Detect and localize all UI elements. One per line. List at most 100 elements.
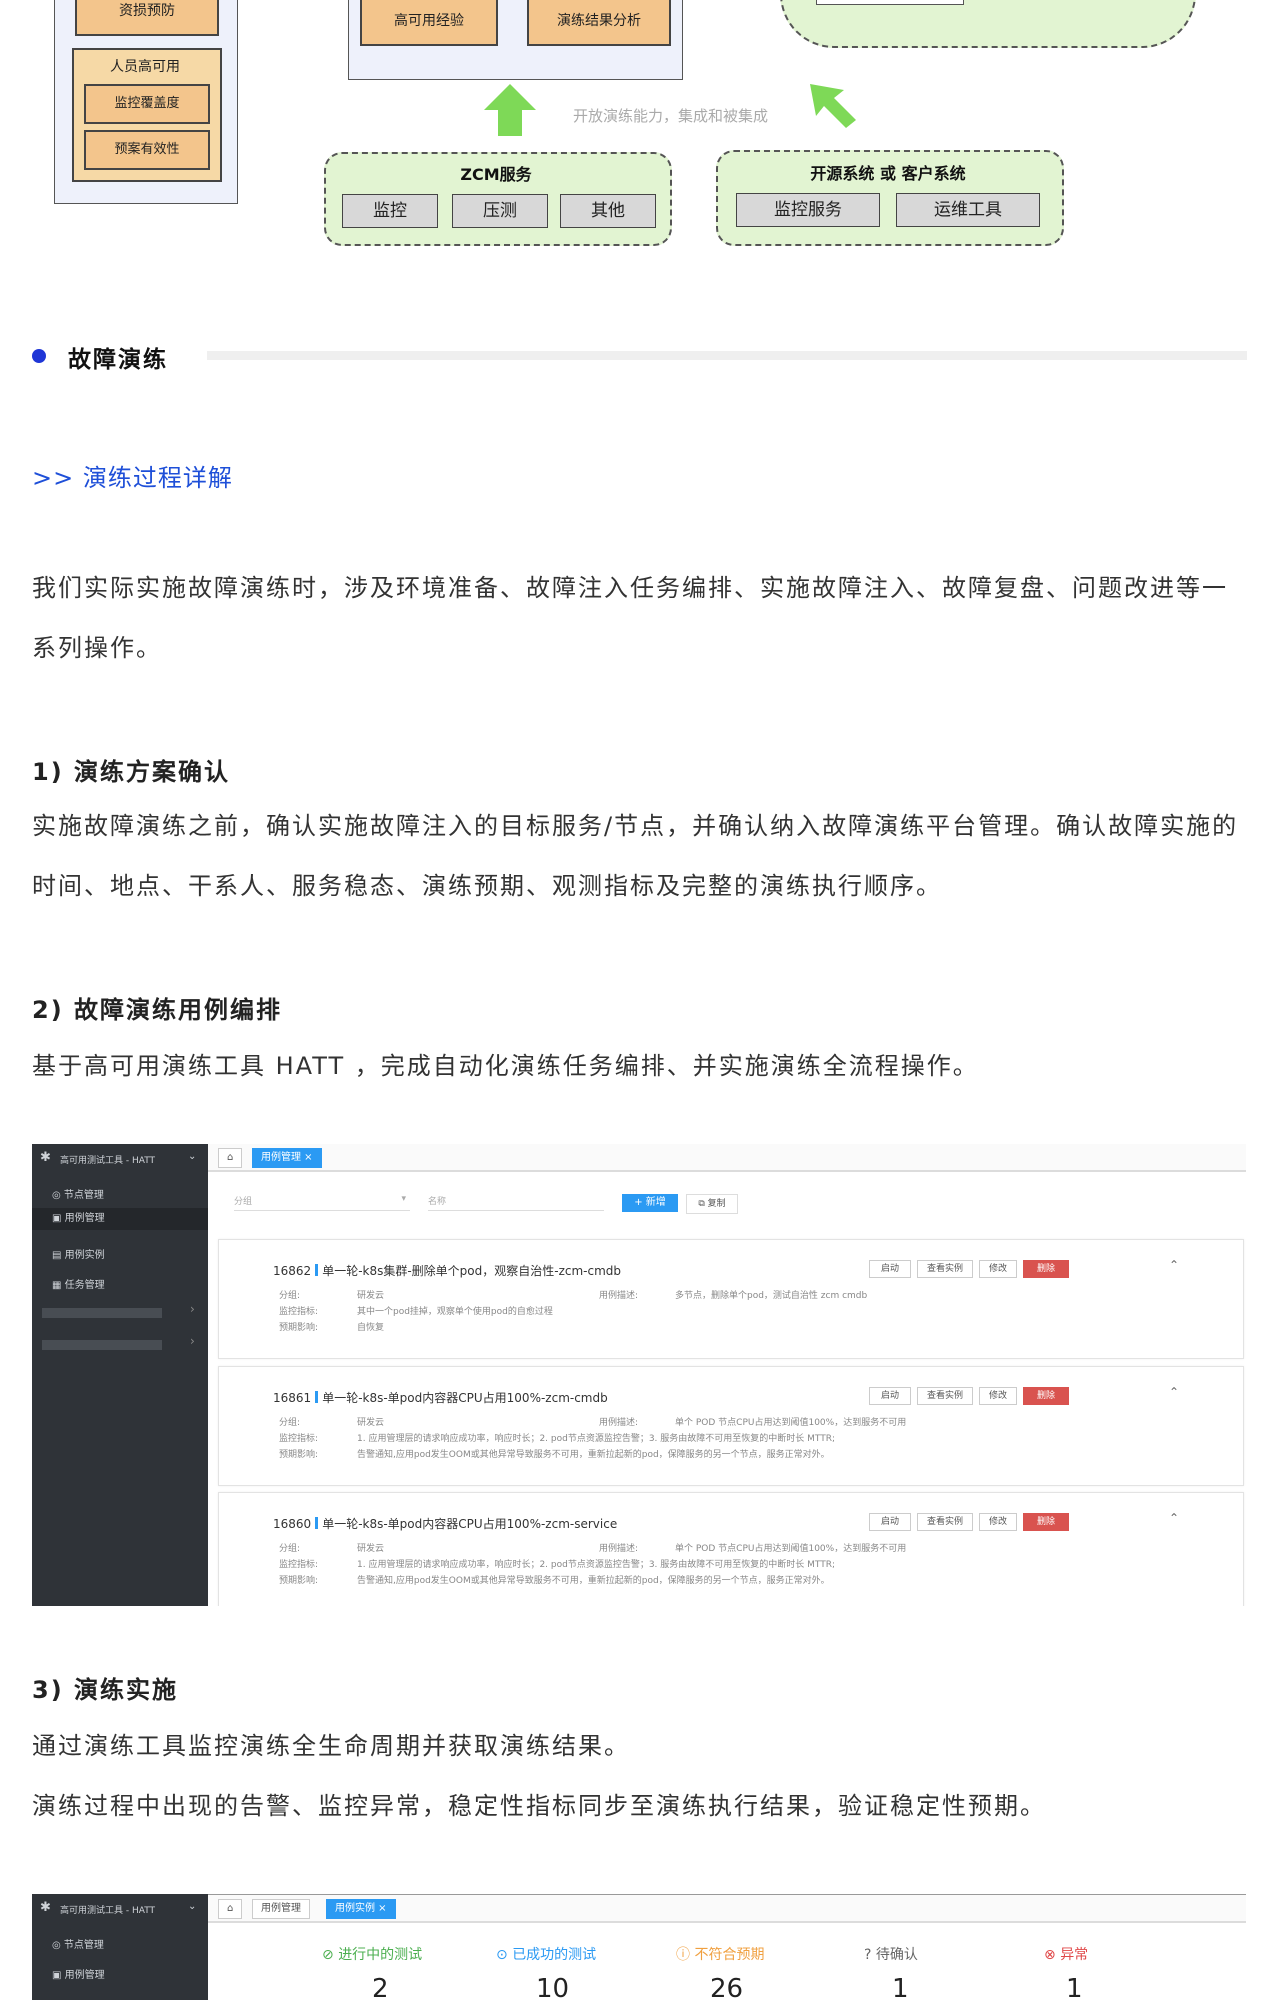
case-expect-value: 告警通知,应用pod发生OOM或其他异常导致服务不可用，重新拉起新的pod，保障… <box>357 1576 830 1586</box>
view-instances-button[interactable]: 查看实例 <box>917 1260 973 1278</box>
diagonal-arrow-icon <box>810 84 856 128</box>
ops-tools-label: 运维工具 <box>934 200 1002 220</box>
step2-paragraph: 基于高可用演练工具 HATT ，完成自动化演练任务编排、并实施演练全流程操作。 <box>32 1052 979 1080</box>
intro-paragraph: 我们实际实施故障演练时，涉及环境准备、故障注入任务编排、实施故障注入、故障复盘、… <box>32 574 1228 662</box>
tab-case-management[interactable]: 用例管理 <box>252 1899 310 1919</box>
sidebar-item-node-management[interactable]: ◎ 节点管理 <box>52 1936 104 1951</box>
subheading-link[interactable]: >> 演练过程详解 <box>32 458 233 493</box>
sidebar-item-task-management[interactable]: ▦ 任务管理 <box>52 1276 105 1291</box>
group-filter-select[interactable]: 分组 ▾ <box>234 1194 410 1211</box>
tab-home[interactable]: ⌂ <box>218 1148 243 1168</box>
collapse-icon[interactable]: ⌃ <box>1169 1385 1179 1399</box>
chevron-right-icon[interactable]: › <box>190 1302 195 1316</box>
tab-home[interactable]: ⌂ <box>218 1899 243 1919</box>
case-desc-label: 用例描述: <box>599 1291 639 1301</box>
zcm-other-box: 其他 <box>560 194 656 228</box>
edit-button[interactable]: 修改 <box>979 1260 1017 1278</box>
case-group-value: 研发云 <box>357 1418 385 1428</box>
architecture-diagram: 资损预防 人员高可用 监控覆盖度 预案有效性 高可用经验 演练结果分析 开放演练… <box>0 0 1282 260</box>
asset-loss-prevention-label: 资损预防 <box>119 3 175 19</box>
hatt-case-instance-screenshot: ✱ 高可用测试工具 - HATT ⌄ ◎ 节点管理 ▣ 用例管理 ⌂ 用例管理 … <box>32 1894 1246 2000</box>
hatt-sidebar: ✱ 高可用测试工具 - HATT ⌄ ◎ 节点管理 ▣ 用例管理 <box>32 1894 208 2000</box>
stat-label-text: 进行中的测试 <box>338 1947 423 1963</box>
case-card-title[interactable]: 16860 单一轮-k8s-单pod内容器CPU占用100%-zcm-servic… <box>273 1515 617 1532</box>
case-desc-label: 用例描述: <box>599 1418 639 1428</box>
case-expect-label: 预期影响: <box>279 1450 319 1460</box>
view-instances-button[interactable]: 查看实例 <box>917 1513 973 1531</box>
chevron-down-icon[interactable]: ⌄ <box>188 1151 196 1162</box>
hatt-tab-bar: ⌂ 用例管理 用例实例 × <box>208 1894 1246 1923</box>
name-search-input[interactable]: 名称 <box>428 1194 604 1211</box>
blurred-menu-item <box>42 1340 162 1350</box>
copy-case-button[interactable]: ⧉ 复制 <box>686 1194 738 1214</box>
calendar-icon: ▤ <box>52 1250 62 1261</box>
case-accent-bar <box>315 1264 319 1276</box>
case-expect-value: 告警通知,应用pod发生OOM或其他异常导致服务不可用，重新拉起新的pod，保障… <box>357 1450 830 1460</box>
sidebar-item-case-instances[interactable]: ▤ 用例实例 <box>52 1246 105 1261</box>
zcm-monitor-box: 监控 <box>342 194 438 228</box>
add-case-button[interactable]: + 新增 <box>622 1194 678 1212</box>
case-monitor-label: 监控指标: <box>279 1434 319 1444</box>
case-desc-value: 多节点，删除单个pod，测试自治性 zcm cmdb <box>675 1291 868 1301</box>
question-icon: ? <box>864 1947 872 1963</box>
chevron-down-icon[interactable]: ⌄ <box>188 1901 196 1912</box>
chevron-right-icon[interactable]: › <box>190 1334 195 1348</box>
view-instances-button[interactable]: 查看实例 <box>917 1387 973 1405</box>
collapse-icon[interactable]: ⌃ <box>1169 1258 1179 1272</box>
stat-error-value: 1 <box>1066 1974 1083 2000</box>
article-page: 资损预防 人员高可用 监控覆盖度 预案有效性 高可用经验 演练结果分析 开放演练… <box>0 0 1282 2000</box>
copy-icon: ⧉ <box>698 1199 705 1209</box>
start-button[interactable]: 启动 <box>869 1260 911 1278</box>
delete-button[interactable]: 删除 <box>1023 1513 1069 1531</box>
case-id: 16861 <box>273 1391 312 1405</box>
sidebar-item-label: 用例管理 <box>64 1213 105 1224</box>
stat-label-text: 待确认 <box>875 1947 918 1963</box>
start-button[interactable]: 启动 <box>869 1387 911 1405</box>
case-group-value: 研发云 <box>357 1291 385 1301</box>
group-filter-placeholder: 分组 <box>234 1197 253 1207</box>
ha-experience-label: 高可用经验 <box>394 13 464 29</box>
stat-label-text: 异常 <box>1060 1947 1089 1963</box>
sidebar-item-case-management[interactable]: ▣ 用例管理 <box>32 1208 208 1230</box>
case-card-16862: 16862 单一轮-k8s集群-删除单个pod，观察自治性-zcm-cmdb 启动… <box>218 1239 1244 1359</box>
hatt-sidebar: ✱ 高可用测试工具 - HATT ⌄ ◎ 节点管理 ▣ 用例管理 ▤ 用例实例 … <box>32 1144 208 1606</box>
stat-unexpected-value: 26 <box>710 1974 744 2000</box>
delete-button[interactable]: 删除 <box>1023 1387 1069 1405</box>
monitor-coverage-box: 监控覆盖度 <box>84 84 210 124</box>
collapse-icon[interactable]: ⌃ <box>1169 1511 1179 1525</box>
case-accent-bar <box>315 1391 319 1403</box>
sidebar-item-case-management[interactable]: ▣ 用例管理 <box>52 1966 105 1981</box>
section-title: 故障演练 <box>68 347 168 373</box>
step1-title: 1) 演练方案确认 <box>32 758 231 786</box>
sidebar-item-node-management[interactable]: ◎ 节点管理 <box>52 1186 104 1201</box>
step3-title: 3) 演练实施 <box>32 1676 179 1704</box>
section-divider <box>207 351 1247 360</box>
hatt-sidebar-header: ✱ 高可用测试工具 - HATT ⌄ <box>32 1894 208 1924</box>
section-header: 故障演练 <box>32 340 1247 373</box>
case-desc-label: 用例描述: <box>599 1544 639 1554</box>
stat-pending-label: ? 待确认 <box>864 1944 918 1964</box>
edit-button[interactable]: 修改 <box>979 1387 1017 1405</box>
delete-button[interactable]: 删除 <box>1023 1260 1069 1278</box>
hatt-app-title: 高可用测试工具 - HATT <box>60 1156 156 1166</box>
sidebar-item-label: 用例管理 <box>64 1970 105 1981</box>
stat-label-text: 已成功的测试 <box>512 1947 597 1963</box>
stat-running-label: ⊘ 进行中的测试 <box>322 1944 422 1964</box>
chevron-down-icon: ▾ <box>401 1194 406 1204</box>
zcm-stress-test-box: 压测 <box>452 194 548 228</box>
document-icon: ▣ <box>52 1970 62 1981</box>
start-button[interactable]: 启动 <box>869 1513 911 1531</box>
case-card-title[interactable]: 16862 单一轮-k8s集群-删除单个pod，观察自治性-zcm-cmdb <box>273 1262 621 1279</box>
tab-case-management[interactable]: 用例管理 × <box>252 1148 322 1168</box>
case-expect-value: 自恢复 <box>357 1323 385 1333</box>
tab-case-instances[interactable]: 用例实例 × <box>326 1899 396 1919</box>
case-group-value: 研发云 <box>357 1544 385 1554</box>
ha-experience-box: 高可用经验 <box>360 0 498 46</box>
drill-result-analysis-label: 演练结果分析 <box>557 13 641 29</box>
case-desc-value: 单个 POD 节点CPU占用达到阈值100%，达到服务不可用 <box>675 1418 907 1428</box>
edit-button[interactable]: 修改 <box>979 1513 1017 1531</box>
integration-caption: 开放演练能力，集成和被集成 <box>573 107 769 125</box>
step2-title: 2) 故障演练用例编排 <box>32 996 283 1024</box>
step3-paragraph-2: 演练过程中出现的告警、监控异常，稳定性指标同步至演练执行结果，验证稳定性预期。 <box>32 1792 1046 1820</box>
case-card-title[interactable]: 16861 单一轮-k8s-单pod内容器CPU占用100%-zcm-cmdb <box>273 1389 608 1406</box>
